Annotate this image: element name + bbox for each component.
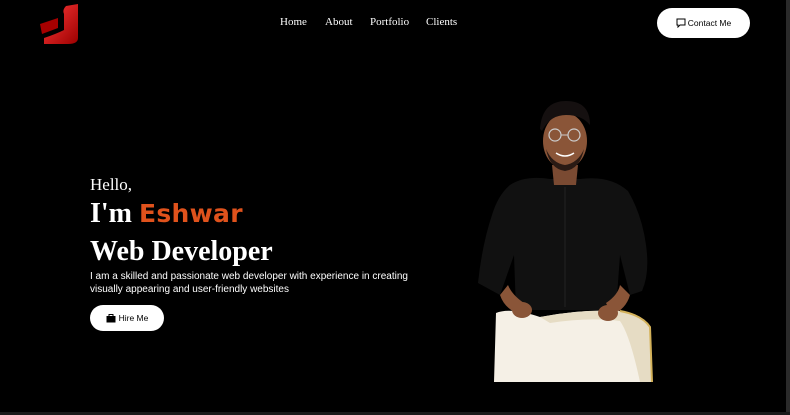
contact-me-label: Contact Me — [687, 18, 732, 28]
hire-me-button[interactable]: Hire Me — [90, 305, 164, 331]
right-border — [786, 0, 790, 415]
brand-logo[interactable] — [38, 4, 82, 44]
nav-home[interactable]: Home — [280, 16, 307, 28]
message-icon — [676, 18, 686, 28]
nav-clients[interactable]: Clients — [426, 16, 457, 28]
hire-me-label: Hire Me — [118, 313, 149, 323]
hero-description: I am a skilled and passionate web develo… — [90, 271, 408, 295]
profile-photo — [478, 101, 653, 383]
contact-me-button[interactable]: Contact Me — [657, 8, 750, 38]
nav-about[interactable]: About — [325, 16, 353, 28]
intro-heading: I'm Eshwar — [90, 198, 243, 230]
page: Home About Portfolio Clients Contact Me … — [0, 0, 790, 415]
nav-portfolio[interactable]: Portfolio — [370, 16, 409, 28]
intro-name: Eshwar — [139, 199, 243, 228]
role-heading: Web Developer — [90, 236, 273, 267]
greeting: Hello, — [90, 175, 133, 194]
briefcase-icon — [106, 313, 116, 322]
intro-prefix: I'm — [90, 198, 132, 229]
